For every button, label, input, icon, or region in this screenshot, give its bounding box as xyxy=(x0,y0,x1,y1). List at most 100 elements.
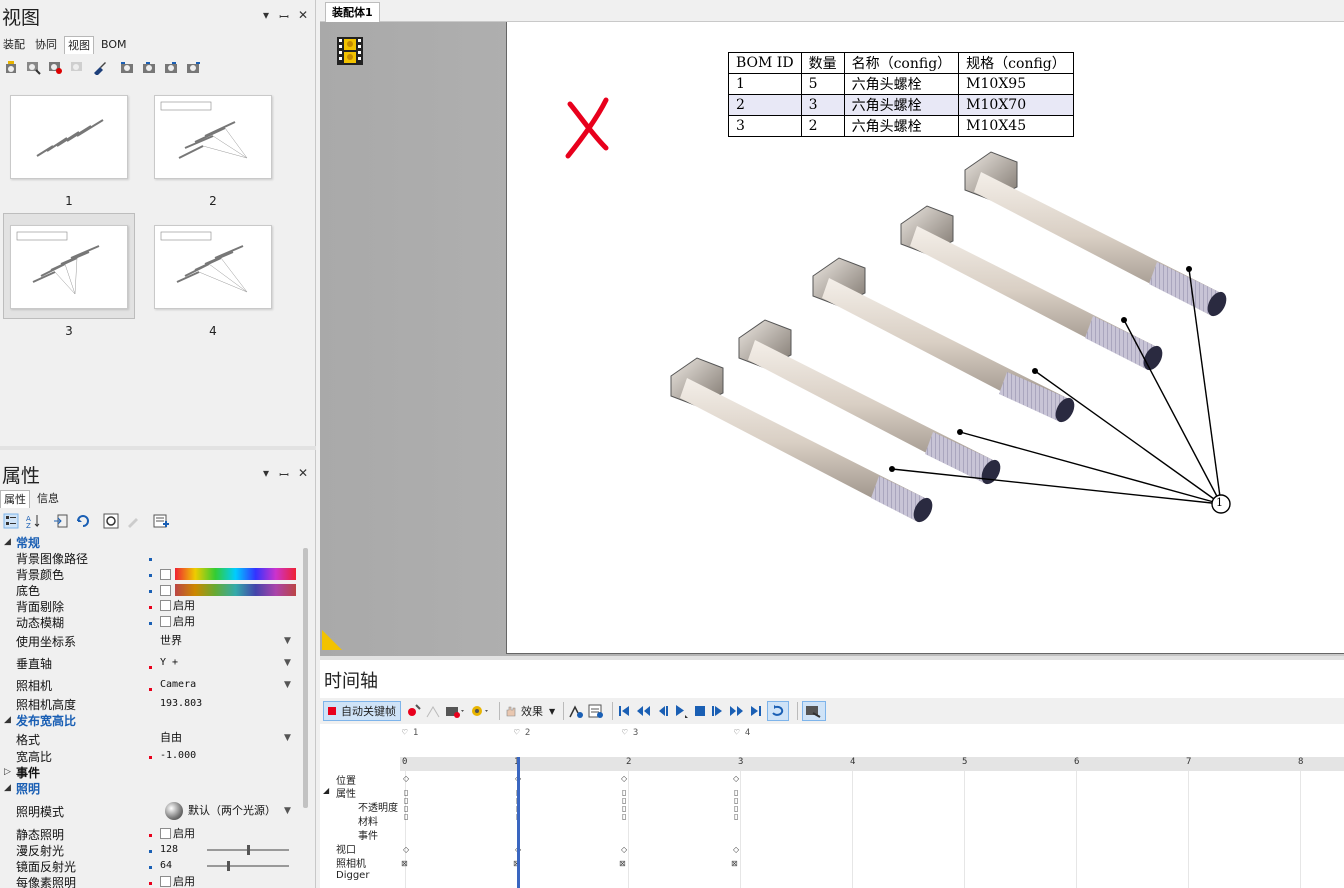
camera-front-icon[interactable] xyxy=(118,58,136,76)
prop-background-color[interactable]: 背景颜色 xyxy=(0,566,316,582)
prop-vertical-axis[interactable]: 垂直轴 Y + ▼ xyxy=(0,652,316,674)
collapse-icon[interactable]: ◢ xyxy=(4,537,11,547)
filmstrip-icon[interactable] xyxy=(336,36,364,66)
keyframe-diamond-icon[interactable]: ◇ xyxy=(403,846,409,854)
auto-keyframe-button[interactable]: 自动关键帧 xyxy=(323,701,401,721)
keyframe-diamond-icon[interactable]: ◇ xyxy=(403,775,409,783)
keyframe-diamond-icon[interactable]: ◇ xyxy=(733,846,739,854)
dropdown-arrow-icon[interactable]: ▼ xyxy=(284,733,291,743)
effects-button[interactable]: 效果 ▼ xyxy=(504,701,555,721)
update-view-icon[interactable] xyxy=(24,58,42,76)
collapse-icon[interactable]: ◢ xyxy=(323,786,329,795)
prop-per-pixel-lighting[interactable]: 每像素照明 启用 xyxy=(0,874,316,888)
explode-icon[interactable] xyxy=(469,701,491,721)
tab-assembly[interactable]: 装配 xyxy=(0,36,28,54)
collapse-icon[interactable]: ◢ xyxy=(4,715,11,725)
sync-view-icon[interactable] xyxy=(68,58,86,76)
add-property-icon[interactable] xyxy=(152,512,170,530)
keyframe-bar-icon[interactable]: ▯▯▯▯ xyxy=(404,789,408,821)
category-events[interactable]: ▷ 事件 xyxy=(0,764,316,780)
refresh-icon[interactable] xyxy=(74,512,92,530)
tab-properties[interactable]: 属性 xyxy=(0,490,30,508)
static-lighting-checkbox[interactable] xyxy=(160,828,171,839)
playhead[interactable] xyxy=(517,757,520,888)
category-general[interactable]: ◢ 常规 xyxy=(0,534,316,550)
tab-assembly-1[interactable]: 装配体1 xyxy=(325,2,380,22)
tab-views[interactable]: 视图 xyxy=(64,36,94,54)
create-view-icon[interactable] xyxy=(2,58,20,76)
prop-base-color[interactable]: 底色 xyxy=(0,582,316,598)
slider-knob[interactable] xyxy=(247,845,250,855)
pin-icon[interactable]: ꟷ xyxy=(277,8,291,25)
add-keyframe-icon[interactable] xyxy=(405,701,421,721)
sort-alpha-icon[interactable]: AZ xyxy=(24,512,42,530)
keyframe-diamond-icon[interactable]: ◇ xyxy=(621,846,627,854)
dropdown-arrow-icon[interactable]: ▼ xyxy=(284,658,291,668)
prop-lighting-mode[interactable]: 照明模式 默认（两个光源） ▼ xyxy=(0,796,316,826)
collapse-icon[interactable]: ◢ xyxy=(4,783,11,793)
keyframe-bar-icon[interactable]: ▯▯▯▯ xyxy=(734,789,738,821)
prop-backface-culling[interactable]: 背面剔除 启用 xyxy=(0,598,316,614)
track-digger[interactable]: Digger xyxy=(336,870,369,881)
tab-collaboration[interactable]: 协同 xyxy=(32,36,60,54)
track-material[interactable]: 材料 xyxy=(358,813,378,828)
dropdown-arrow-icon[interactable]: ▼ xyxy=(284,680,291,690)
track-viewport[interactable]: 视口 xyxy=(336,841,356,856)
expand-arrow-icon[interactable]: ▷ xyxy=(4,767,11,777)
prop-aspect-ratio[interactable]: 宽高比 -1.000 xyxy=(0,748,316,764)
interpolation-icon[interactable] xyxy=(568,701,584,721)
camera-iso-icon[interactable] xyxy=(184,58,202,76)
previous-key-icon[interactable] xyxy=(635,701,651,721)
category-lighting[interactable]: ◢ 照明 xyxy=(0,780,316,796)
color-checkbox[interactable] xyxy=(160,569,171,580)
step-forward-icon[interactable] xyxy=(711,701,725,721)
camera-follow-icon[interactable] xyxy=(802,701,827,721)
prop-specular-light[interactable]: 镜面反射光 64 xyxy=(0,858,316,874)
dropdown-arrow-icon[interactable]: ▼ xyxy=(284,806,291,816)
keyframe-diamond-icon[interactable]: ◇ xyxy=(733,775,739,783)
step-back-icon[interactable] xyxy=(655,701,669,721)
prop-diffuse-light[interactable]: 漫反射光 128 xyxy=(0,842,316,858)
backface-checkbox[interactable] xyxy=(160,600,171,611)
go-to-start-icon[interactable] xyxy=(617,701,631,721)
camera-top-icon[interactable] xyxy=(162,58,180,76)
prop-format[interactable]: 格式 自由 ▼ xyxy=(0,728,316,748)
panel-menu-icon[interactable]: ▾ xyxy=(259,466,273,480)
view-thumbnail[interactable] xyxy=(154,225,272,309)
time-ruler[interactable]: 0 1 2 3 4 5 6 7 8 xyxy=(400,757,1344,771)
panel-menu-icon[interactable]: ▾ xyxy=(259,8,273,22)
dropdown-arrow-icon[interactable]: ▼ xyxy=(549,707,555,716)
prop-static-lighting[interactable]: 静态照明 启用 xyxy=(0,826,316,842)
prop-camera[interactable]: 照相机 Camera ▼ xyxy=(0,674,316,696)
close-icon[interactable]: ✕ xyxy=(296,8,310,22)
tab-info[interactable]: 信息 xyxy=(34,490,62,508)
per-pixel-checkbox[interactable] xyxy=(160,876,171,887)
keyframe-diamond-icon[interactable]: ◇ xyxy=(621,775,627,783)
go-to-end-icon[interactable] xyxy=(749,701,763,721)
bolts-model[interactable] xyxy=(507,22,1344,654)
categorized-icon[interactable] xyxy=(2,512,20,530)
view-thumbnail[interactable] xyxy=(10,95,128,179)
prop-coordinate-system[interactable]: 使用坐标系 世界 ▼ xyxy=(0,630,316,652)
category-aspect[interactable]: ◢ 发布宽高比 xyxy=(0,712,316,728)
color-spectrum-picker[interactable] xyxy=(175,568,296,580)
loop-icon[interactable] xyxy=(767,701,790,721)
close-icon[interactable]: ✕ xyxy=(296,466,310,480)
view-thumbnail[interactable] xyxy=(10,225,128,309)
track-camera[interactable]: 照相机 xyxy=(336,855,366,870)
panel-splitter[interactable] xyxy=(0,446,316,450)
camera-key-icon[interactable] xyxy=(445,701,465,721)
track-properties[interactable]: 属性 xyxy=(336,785,356,800)
pin-icon[interactable]: ꟷ xyxy=(277,466,291,483)
next-key-icon[interactable] xyxy=(729,701,745,721)
view-marker[interactable]: ♡ 4 xyxy=(734,728,750,738)
bolt[interactable] xyxy=(738,319,1004,487)
camera-back-icon[interactable] xyxy=(140,58,158,76)
keyframe-bar-icon[interactable]: ▯▯▯▯ xyxy=(622,789,626,821)
stop-icon[interactable] xyxy=(693,701,707,721)
prop-camera-height[interactable]: 照相机高度 193.803 xyxy=(0,696,316,712)
reset-icon[interactable] xyxy=(102,512,120,530)
brush-icon[interactable] xyxy=(90,58,108,76)
tab-bom[interactable]: BOM xyxy=(98,36,130,54)
prop-motion-blur[interactable]: 动态模糊 启用 xyxy=(0,614,316,630)
